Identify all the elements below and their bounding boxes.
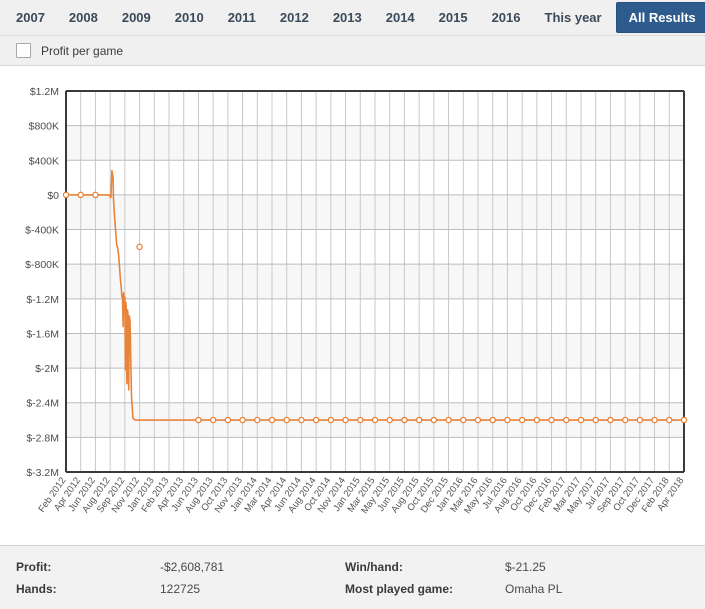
data-point-marker[interactable]: [564, 417, 569, 422]
data-point-marker[interactable]: [623, 417, 628, 422]
data-point-marker[interactable]: [299, 417, 304, 422]
tab-2015[interactable]: 2015: [427, 0, 480, 35]
data-point-marker[interactable]: [593, 417, 598, 422]
y-axis-tick-label: $-3.2M: [26, 467, 59, 479]
tab-this-year[interactable]: This year: [533, 0, 614, 35]
stats-summary-footer: Profit:-$2,608,781Win/hand:$-21.25Hands:…: [0, 545, 705, 609]
data-point-marker[interactable]: [461, 417, 466, 422]
stat-label: Profit:: [0, 560, 160, 574]
data-point-marker[interactable]: [211, 417, 216, 422]
data-point-marker[interactable]: [284, 417, 289, 422]
data-point-marker[interactable]: [328, 417, 333, 422]
data-point-marker[interactable]: [534, 417, 539, 422]
data-point-marker[interactable]: [652, 417, 657, 422]
stat-value-secondary: Omaha PL: [505, 582, 562, 596]
data-point-marker[interactable]: [475, 417, 480, 422]
y-axis-tick-label: $-400K: [25, 225, 59, 237]
data-point-marker[interactable]: [681, 417, 686, 422]
stat-label: Hands:: [0, 582, 160, 596]
data-point-marker[interactable]: [225, 417, 230, 422]
data-point-marker[interactable]: [608, 417, 613, 422]
profit-line-chart[interactable]: $1.2M $800K $400K $0 $-400K $-800K $-1.2M $-1.6…: [0, 66, 705, 545]
data-point-marker[interactable]: [578, 417, 583, 422]
data-point-marker[interactable]: [637, 417, 642, 422]
data-point-marker[interactable]: [431, 417, 436, 422]
data-point-marker[interactable]: [358, 417, 363, 422]
stat-row: Profit:-$2,608,781Win/hand:$-21.25: [0, 556, 705, 578]
data-point-marker[interactable]: [343, 417, 348, 422]
profit-chart-panel: $1.2M $800K $400K $0 $-400K $-800K $-1.2M $-1.6…: [0, 66, 705, 545]
data-point-marker[interactable]: [490, 417, 495, 422]
data-point-marker[interactable]: [549, 417, 554, 422]
data-point-marker[interactable]: [314, 417, 319, 422]
data-point-marker[interactable]: [446, 417, 451, 422]
data-point-marker[interactable]: [63, 192, 68, 197]
stat-value: -$2,608,781: [160, 560, 345, 574]
y-axis-tick-label: $-2.4M: [26, 398, 59, 410]
stat-value: 122725: [160, 582, 345, 596]
data-point-marker[interactable]: [520, 417, 525, 422]
y-axis-tick-label: $800K: [29, 121, 59, 133]
y-axis-tick-label: $-2.8M: [26, 432, 59, 444]
data-point-marker[interactable]: [417, 417, 422, 422]
stat-value-secondary: $-21.25: [505, 560, 546, 574]
y-axis-tick-label: $-1.6M: [26, 328, 59, 340]
data-point-marker[interactable]: [255, 417, 260, 422]
tab-2012[interactable]: 2012: [268, 0, 321, 35]
profit-per-game-checkbox[interactable]: [16, 43, 31, 58]
data-point-marker[interactable]: [505, 417, 510, 422]
data-point-marker[interactable]: [137, 244, 142, 249]
tab-2007[interactable]: 2007: [4, 0, 57, 35]
data-point-marker[interactable]: [269, 417, 274, 422]
tab-2016[interactable]: 2016: [480, 0, 533, 35]
year-tabbar: 2007200820092010201120122013201420152016…: [0, 0, 705, 36]
stat-label-secondary: Most played game:: [345, 582, 505, 596]
chart-options-row: Profit per game: [0, 36, 705, 66]
tab-2010[interactable]: 2010: [163, 0, 216, 35]
data-point-marker[interactable]: [372, 417, 377, 422]
profit-per-game-label: Profit per game: [41, 44, 123, 58]
stat-row: Hands:122725Most played game:Omaha PL: [0, 578, 705, 600]
data-point-marker[interactable]: [240, 417, 245, 422]
data-point-marker[interactable]: [196, 417, 201, 422]
data-point-marker[interactable]: [667, 417, 672, 422]
data-point-marker[interactable]: [402, 417, 407, 422]
tab-2014[interactable]: 2014: [374, 0, 427, 35]
data-point-marker[interactable]: [387, 417, 392, 422]
data-point-marker[interactable]: [78, 192, 83, 197]
tab-all-results[interactable]: All Results: [616, 2, 705, 33]
stat-label-secondary: Win/hand:: [345, 560, 505, 574]
y-axis-tick-label: $400K: [29, 155, 59, 167]
data-point-marker[interactable]: [93, 192, 98, 197]
tab-2008[interactable]: 2008: [57, 0, 110, 35]
y-axis-tick-label: $-2M: [35, 363, 59, 375]
tab-2013[interactable]: 2013: [321, 0, 374, 35]
y-axis-tick-label: $-1.2M: [26, 294, 59, 306]
profit-graph-app: 2007200820092010201120122013201420152016…: [0, 0, 705, 609]
y-axis-tick-label: $-800K: [25, 259, 59, 271]
y-axis-tick-label: $0: [47, 190, 59, 202]
y-axis-tick-label: $1.2M: [30, 86, 59, 98]
tab-2011[interactable]: 2011: [216, 0, 268, 35]
tab-2009[interactable]: 2009: [110, 0, 163, 35]
